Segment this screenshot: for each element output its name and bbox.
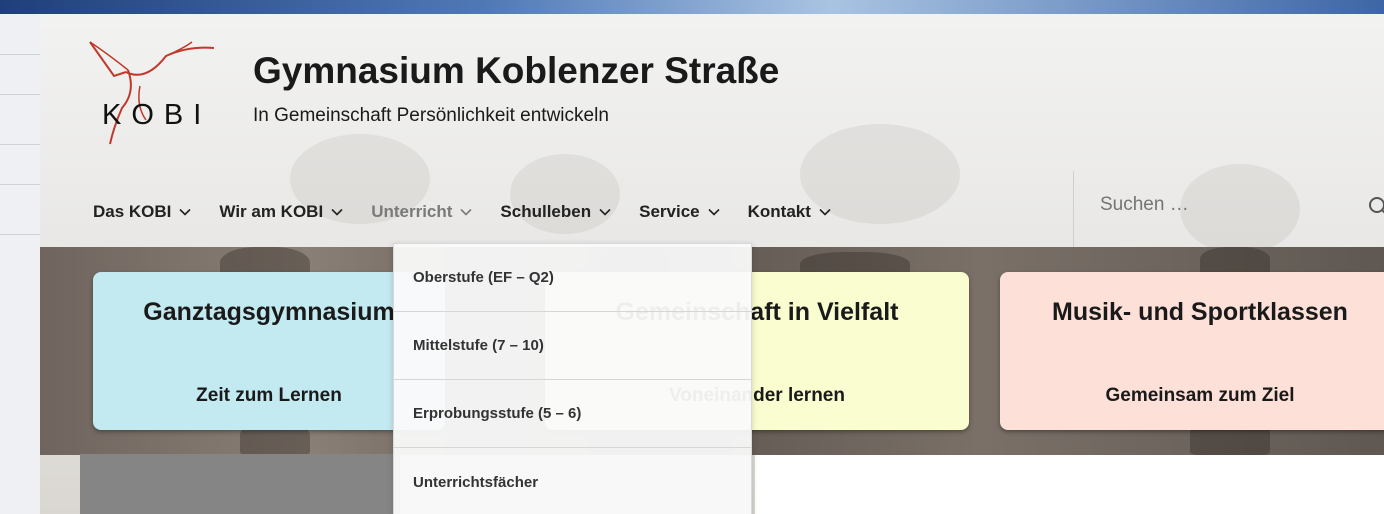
site-tagline: In Gemeinschaft Persönlichkeit entwickel… bbox=[253, 105, 609, 126]
menu-item-unterrichtsfaecher[interactable]: Unterrichtsfächer bbox=[394, 448, 751, 514]
browser-top-strip bbox=[0, 0, 1384, 14]
menu-item-mittelstufe[interactable]: Mittelstufe (7 – 10) bbox=[394, 312, 751, 380]
kobi-logo[interactable]: KOBI bbox=[88, 36, 218, 146]
site-title[interactable]: Gymnasium Koblenzer Straße bbox=[253, 50, 779, 92]
page: KOBI Gymnasium Koblenzer Straße In Gemei… bbox=[40, 14, 1384, 514]
search-input[interactable] bbox=[1100, 194, 1350, 216]
nav-divider bbox=[1073, 171, 1074, 247]
search-icon[interactable] bbox=[1366, 196, 1384, 218]
nav-item-label: Kontakt bbox=[747, 202, 811, 221]
nav-item-service[interactable]: Service bbox=[639, 202, 720, 222]
nav-item-label: Das KOBI bbox=[93, 202, 172, 221]
left-edge-panel bbox=[0, 14, 40, 514]
logo-text: KOBI bbox=[102, 99, 212, 131]
content-white-area bbox=[755, 455, 1384, 514]
feature-card-musik-sport[interactable]: Musik- und Sportklassen Gemeinsam zum Zi… bbox=[1000, 272, 1384, 430]
main-navigation: Das KOBI Wir am KOBI Unterricht Schulleb… bbox=[93, 197, 859, 227]
nav-item-label: Wir am KOBI bbox=[219, 202, 324, 221]
nav-item-unterricht[interactable]: Unterricht bbox=[371, 202, 472, 222]
nav-item-schulleben[interactable]: Schulleben bbox=[500, 202, 611, 222]
chevron-down-icon bbox=[599, 208, 611, 216]
content-grey-block bbox=[80, 454, 400, 514]
nav-item-kontakt[interactable]: Kontakt bbox=[748, 202, 831, 222]
unterricht-dropdown-menu: Oberstufe (EF – Q2) Mittelstufe (7 – 10)… bbox=[393, 243, 752, 514]
nav-item-wir-am-kobi[interactable]: Wir am KOBI bbox=[219, 202, 343, 222]
menu-item-oberstufe[interactable]: Oberstufe (EF – Q2) bbox=[394, 244, 751, 312]
chevron-down-icon bbox=[819, 208, 831, 216]
nav-item-label: Service bbox=[639, 202, 700, 221]
nav-item-label: Unterricht bbox=[371, 202, 453, 221]
chevron-down-icon bbox=[460, 208, 472, 216]
nav-item-das-kobi[interactable]: Das KOBI bbox=[93, 202, 191, 222]
menu-item-erprobungsstufe[interactable]: Erprobungsstufe (5 – 6) bbox=[394, 380, 751, 448]
card-title: Musik- und Sportklassen bbox=[1052, 298, 1348, 326]
chevron-down-icon bbox=[708, 208, 720, 216]
card-subtitle: Gemeinsam zum Ziel bbox=[1105, 385, 1295, 406]
nav-item-label: Schulleben bbox=[500, 202, 592, 221]
chevron-down-icon bbox=[179, 208, 191, 216]
chevron-down-icon bbox=[331, 208, 343, 216]
